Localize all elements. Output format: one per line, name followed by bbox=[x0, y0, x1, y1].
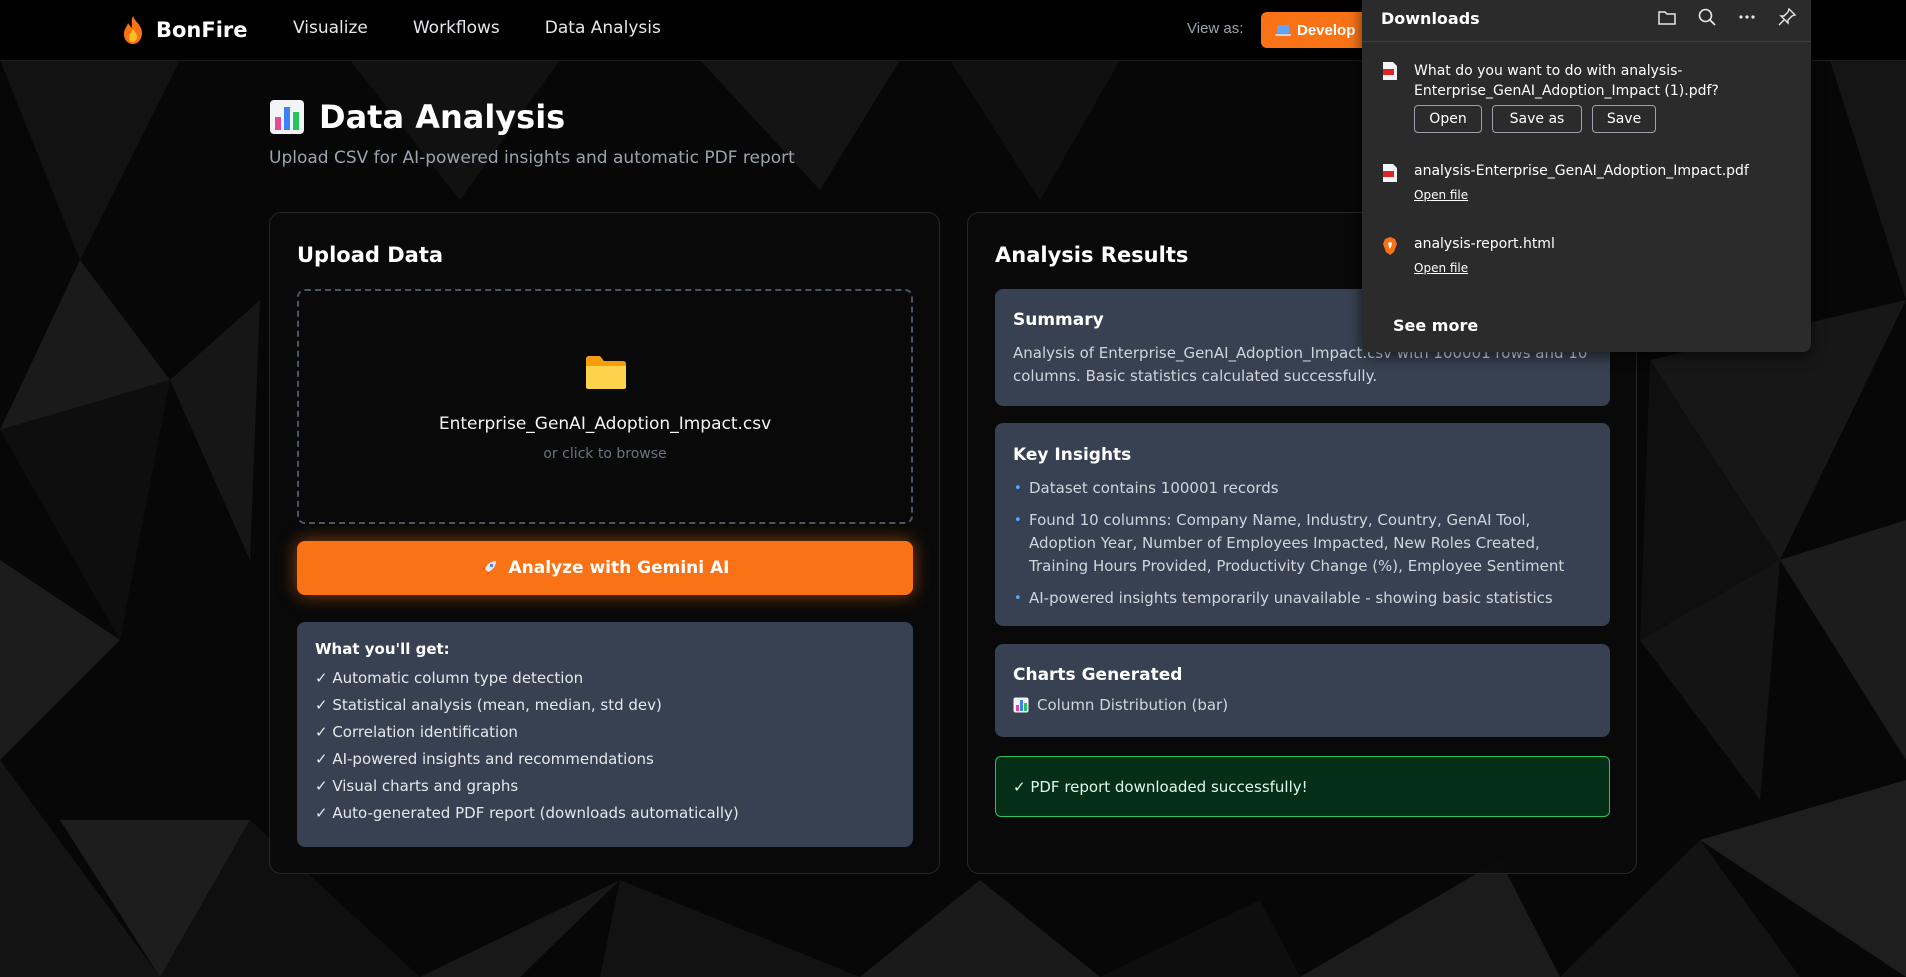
analyze-button-label: Analyze with Gemini AI bbox=[508, 558, 730, 578]
insight-text: AI-powered insights temporarily unavaila… bbox=[1029, 589, 1553, 607]
charts-title: Charts Generated bbox=[1013, 665, 1183, 685]
flame-icon bbox=[124, 16, 142, 44]
insight-text: Dataset contains 100001 records bbox=[1029, 479, 1279, 497]
insight-text: Found 10 columns: Company Name, Industry… bbox=[1029, 511, 1565, 575]
insights-list: • Dataset contains 100001 records • Foun… bbox=[1013, 477, 1592, 610]
nav-link-workflows[interactable]: Workflows bbox=[413, 18, 500, 38]
analyze-button[interactable]: Analyze with Gemini AI bbox=[297, 541, 913, 595]
view-as-label: View as: bbox=[1187, 20, 1244, 37]
save-as-download-button[interactable]: Save as bbox=[1492, 105, 1582, 133]
more-icon bbox=[1739, 15, 1755, 19]
brand[interactable]: BonFire bbox=[120, 14, 248, 46]
browse-hint[interactable]: or click to browse bbox=[299, 446, 911, 462]
see-more-link[interactable]: See more bbox=[1393, 316, 1478, 335]
insights-title: Key Insights bbox=[1013, 445, 1132, 465]
open-file-link[interactable]: Open file bbox=[1414, 261, 1468, 275]
more-options-button[interactable] bbox=[1736, 6, 1758, 28]
chart-entry: Column Distribution (bar) bbox=[1013, 696, 1592, 714]
download-prompt: What do you want to do with analysis-Ent… bbox=[1414, 63, 1719, 99]
nav-links: Visualize Workflows Data Analysis bbox=[293, 18, 661, 38]
downloads-divider bbox=[1362, 41, 1811, 42]
bar-chart-icon bbox=[1013, 697, 1029, 713]
charts-card: Charts Generated Column Distribution (ba… bbox=[995, 644, 1610, 737]
feature-item: ✓ Correlation identification bbox=[315, 723, 518, 741]
download-item-name[interactable]: analysis-report.html bbox=[1414, 236, 1555, 252]
feature-item: ✓ Statistical analysis (mean, median, st… bbox=[315, 696, 662, 714]
feature-item: ✓ Automatic column type detection bbox=[315, 669, 584, 687]
folder-icon bbox=[586, 356, 626, 389]
bar-chart-icon bbox=[270, 100, 304, 134]
save-download-button[interactable]: Save bbox=[1592, 105, 1656, 133]
open-file-link[interactable]: Open file bbox=[1414, 188, 1468, 202]
rocket-icon bbox=[482, 561, 497, 575]
upload-panel-title: Upload Data bbox=[297, 243, 444, 267]
feature-item: ✓ Auto-generated PDF report (downloads a… bbox=[315, 804, 739, 822]
search-downloads-button[interactable] bbox=[1696, 6, 1718, 28]
pdf-file-icon bbox=[1382, 163, 1398, 183]
brave-html-file-icon bbox=[1382, 236, 1398, 256]
nav-link-data-analysis[interactable]: Data Analysis bbox=[545, 18, 661, 38]
feature-item: ✓ AI-powered insights and recommendation… bbox=[315, 750, 654, 768]
insight-item: • Dataset contains 100001 records bbox=[1013, 477, 1592, 500]
pin-button[interactable] bbox=[1776, 6, 1798, 28]
laptop-icon bbox=[1275, 24, 1291, 36]
selected-file-name: Enterprise_GenAI_Adoption_Impact.csv bbox=[438, 414, 772, 434]
feature-item: ✓ Visual charts and graphs bbox=[315, 777, 519, 795]
pdf-file-icon bbox=[1382, 61, 1398, 81]
folder-icon bbox=[1658, 11, 1676, 25]
success-banner: ✓ PDF report downloaded successfully! bbox=[995, 756, 1610, 817]
search-icon bbox=[1698, 8, 1716, 26]
downloads-popup: Downloads What do you want to do with an… bbox=[1362, 0, 1811, 352]
insights-card: Key Insights • Dataset contains 100001 r… bbox=[995, 423, 1610, 626]
bullet-icon: • bbox=[1014, 591, 1022, 606]
pin-icon bbox=[1778, 7, 1797, 26]
nav-link-visualize[interactable]: Visualize bbox=[293, 18, 368, 38]
download-item-name[interactable]: analysis-Enterprise_GenAI_Adoption_Impac… bbox=[1414, 163, 1749, 179]
file-dropzone[interactable]: Enterprise_GenAI_Adoption_Impact.csv or … bbox=[297, 289, 913, 524]
insight-item: • AI-powered insights temporarily unavai… bbox=[1013, 587, 1592, 610]
features-box: What you'll get: ✓ Automatic column type… bbox=[297, 622, 913, 847]
view-as-developer-label: Develop bbox=[1297, 21, 1356, 39]
page-title: Data Analysis bbox=[319, 98, 566, 136]
open-download-button[interactable]: Open bbox=[1414, 105, 1482, 133]
open-folder-button[interactable] bbox=[1656, 6, 1678, 28]
brand-name: BonFire bbox=[156, 18, 248, 42]
features-title: What you'll get: bbox=[315, 640, 450, 658]
bullet-icon: • bbox=[1014, 481, 1022, 496]
page-subtitle: Upload CSV for AI-powered insights and a… bbox=[269, 148, 795, 168]
results-panel-title: Analysis Results bbox=[995, 243, 1189, 267]
downloads-title: Downloads bbox=[1381, 9, 1480, 28]
upload-panel: Upload Data Enterprise_GenAI_Adoption_Im… bbox=[269, 212, 940, 874]
bullet-icon: • bbox=[1014, 513, 1022, 528]
chart-entry-label: Column Distribution (bar) bbox=[1037, 696, 1229, 714]
insight-item: • Found 10 columns: Company Name, Indust… bbox=[1013, 509, 1592, 578]
page-header: Data Analysis Upload CSV for AI-powered … bbox=[269, 98, 795, 168]
